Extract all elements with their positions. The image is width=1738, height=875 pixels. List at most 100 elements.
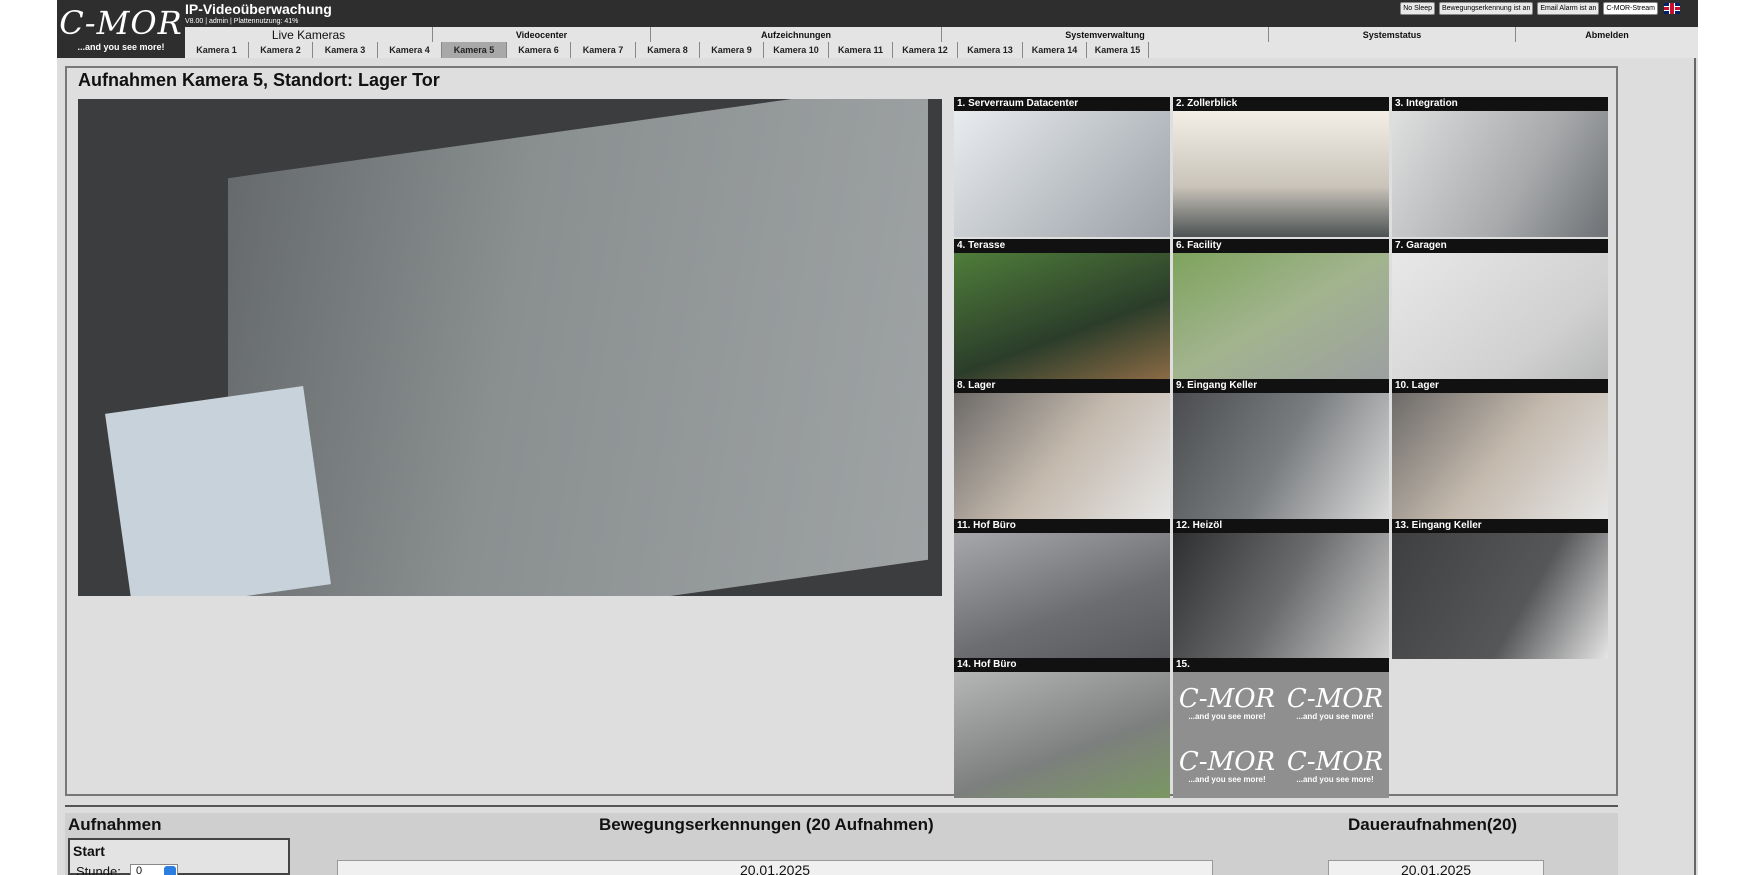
thumbnail-image	[1392, 111, 1608, 237]
placeholder-logo-mark: C-MOR	[1286, 684, 1384, 714]
camera-thumbnail-6[interactable]: 6. Facility	[1173, 239, 1389, 379]
thumbnail-title: 2. Zollerblick	[1173, 97, 1389, 111]
tab-kamera-7[interactable]: Kamera 7	[571, 42, 636, 58]
placeholder-logo-tagline: ...and you see more!	[1296, 775, 1374, 784]
no-sleep-button[interactable]: No Sleep	[1400, 2, 1435, 15]
thumbnail-title: 8. Lager	[954, 379, 1170, 393]
camera-thumbnail-10[interactable]: 10. Lager	[1392, 379, 1608, 519]
thumbnail-title: 14. Hof Büro	[954, 658, 1170, 672]
camera-thumbnail-1[interactable]: 1. Serverraum Datacenter	[954, 97, 1170, 237]
thumbnail-image	[954, 393, 1170, 519]
thumbnail-title: 9. Eingang Keller	[1173, 379, 1389, 393]
thumbnail-image	[1173, 393, 1389, 519]
thumbnail-title: 11. Hof Büro	[954, 519, 1170, 533]
garage-door-image	[228, 99, 928, 596]
tab-kamera-4[interactable]: Kamera 4	[378, 42, 442, 58]
thumbnail-title: 6. Facility	[1173, 239, 1389, 253]
permanent-date-header[interactable]: 20.01.2025	[1328, 860, 1544, 875]
thumbnail-image	[1173, 533, 1389, 659]
thumbnail-image	[1392, 253, 1608, 379]
tab-kamera-13[interactable]: Kamera 13	[958, 42, 1023, 58]
placeholder-logo-mark: C-MOR	[1178, 747, 1276, 777]
start-label: Start	[73, 843, 105, 859]
tab-kamera-3[interactable]: Kamera 3	[313, 42, 378, 58]
thumbnail-image	[954, 253, 1170, 379]
main-camera-view[interactable]	[78, 99, 942, 596]
logo-mark: C-MOR	[59, 4, 183, 42]
tab-kamera-1[interactable]: Kamera 1	[185, 42, 249, 58]
camera-thumbnail-15[interactable]: 15. C-MOR ...and you see more! C-MOR ...…	[1173, 658, 1389, 798]
tab-kamera-12[interactable]: Kamera 12	[893, 42, 958, 58]
thumbnail-title: 3. Integration	[1392, 97, 1608, 111]
tab-kamera-2[interactable]: Kamera 2	[249, 42, 313, 58]
thumbnail-title: 7. Garagen	[1392, 239, 1608, 253]
tab-kamera-8[interactable]: Kamera 8	[636, 42, 700, 58]
placeholder-logo-tagline: ...and you see more!	[1188, 775, 1266, 784]
motion-detection-status-button[interactable]: Bewegungserkennung ist an	[1439, 2, 1534, 15]
foreground-object-image	[105, 386, 331, 596]
thumbnail-image	[954, 533, 1170, 659]
tab-kamera-6[interactable]: Kamera 6	[507, 42, 571, 58]
app-subtitle: V8.00 | admin | Plattennutzung: 41%	[185, 18, 299, 25]
nav-aufzeichnungen[interactable]: Aufzeichnungen	[650, 27, 941, 42]
camera-thumbnail-7[interactable]: 7. Garagen	[1392, 239, 1608, 379]
tab-kamera-10[interactable]: Kamera 10	[764, 42, 829, 58]
main-nav: Live Kameras Videocenter Aufzeichnungen …	[185, 27, 1698, 42]
thumbnail-image	[954, 111, 1170, 237]
thumbnail-image	[1392, 533, 1608, 659]
thumbnail-title: 1. Serverraum Datacenter	[954, 97, 1170, 111]
nav-systemstatus[interactable]: Systemstatus	[1268, 27, 1515, 42]
thumbnail-image	[1392, 393, 1608, 519]
camera-thumbnail-8[interactable]: 8. Lager	[954, 379, 1170, 519]
tab-kamera-15[interactable]: Kamera 15	[1087, 42, 1149, 58]
camera-thumbnail-9[interactable]: 9. Eingang Keller	[1173, 379, 1389, 519]
nav-abmelden[interactable]: Abmelden	[1515, 27, 1698, 42]
section-divider	[65, 805, 1618, 807]
thumbnail-image	[954, 672, 1170, 798]
thumbnail-title: 12. Heizöl	[1173, 519, 1389, 533]
thumbnail-title: 13. Eingang Keller	[1392, 519, 1608, 533]
camera-thumbnail-3[interactable]: 3. Integration	[1392, 97, 1608, 237]
nav-systemverwaltung[interactable]: Systemverwaltung	[941, 27, 1268, 42]
camera-thumbnail-11[interactable]: 11. Hof Büro	[954, 519, 1170, 659]
motion-recordings-heading: Bewegungserkennungen (20 Aufnahmen)	[599, 815, 934, 834]
placeholder-logo-tagline: ...and you see more!	[1296, 712, 1374, 721]
placeholder-logo: C-MOR ...and you see more!	[1281, 672, 1389, 735]
thumbnail-title: 10. Lager	[1392, 379, 1608, 393]
page-title: Aufnahmen Kamera 5, Standort: Lager Tor	[78, 70, 440, 90]
app-title: IP-Videoüberwachung	[185, 1, 332, 17]
camera-thumbnail-4[interactable]: 4. Terasse	[954, 239, 1170, 379]
placeholder-logo: C-MOR ...and you see more!	[1173, 735, 1281, 798]
thumbnail-title: 15.	[1173, 658, 1389, 672]
placeholder-logo-mark: C-MOR	[1286, 747, 1384, 777]
placeholder-logo-mark: C-MOR	[1178, 684, 1276, 714]
recordings-heading: Aufnahmen	[68, 815, 162, 834]
tab-kamera-14[interactable]: Kamera 14	[1023, 42, 1087, 58]
camera-thumbnail-14[interactable]: 14. Hof Büro	[954, 658, 1170, 798]
cmor-logo[interactable]: C-MOR ...and you see more!	[57, 0, 185, 58]
thumbnail-title: 4. Terasse	[954, 239, 1170, 253]
camera-tabs: Kamera 1 Kamera 2 Kamera 3 Kamera 4 Kame…	[185, 42, 1698, 58]
logo-tagline: ...and you see more!	[77, 42, 165, 52]
tab-kamera-5[interactable]: Kamera 5	[442, 42, 507, 58]
nav-live-kameras[interactable]: Live Kameras	[185, 27, 432, 42]
hour-spinner-icon[interactable]	[164, 866, 176, 875]
thumbnail-image	[1173, 111, 1389, 237]
placeholder-logo-grid: C-MOR ...and you see more! C-MOR ...and …	[1173, 672, 1389, 798]
status-buttons: No Sleep Bewegungserkennung ist an Email…	[1400, 2, 1680, 15]
placeholder-logo: C-MOR ...and you see more!	[1173, 672, 1281, 735]
motion-date-header[interactable]: 20.01.2025	[337, 860, 1213, 875]
permanent-recordings-heading: Daueraufnahmen(20)	[1348, 815, 1518, 834]
camera-thumbnail-2[interactable]: 2. Zollerblick	[1173, 97, 1389, 237]
placeholder-logo-tagline: ...and you see more!	[1188, 712, 1266, 721]
camera-thumbnail-12[interactable]: 12. Heizöl	[1173, 519, 1389, 659]
tab-kamera-11[interactable]: Kamera 11	[829, 42, 893, 58]
camera-thumbnail-13[interactable]: 13. Eingang Keller	[1392, 519, 1608, 659]
nav-videocenter[interactable]: Videocenter	[432, 27, 650, 42]
cmor-stream-button[interactable]: C-MOR-Stream	[1603, 2, 1658, 15]
tab-kamera-9[interactable]: Kamera 9	[700, 42, 764, 58]
thumbnail-image	[1173, 253, 1389, 379]
placeholder-logo: C-MOR ...and you see more!	[1281, 735, 1389, 798]
email-alarm-status-button[interactable]: Email Alarm ist an	[1537, 2, 1600, 15]
uk-flag-icon[interactable]	[1664, 3, 1680, 14]
